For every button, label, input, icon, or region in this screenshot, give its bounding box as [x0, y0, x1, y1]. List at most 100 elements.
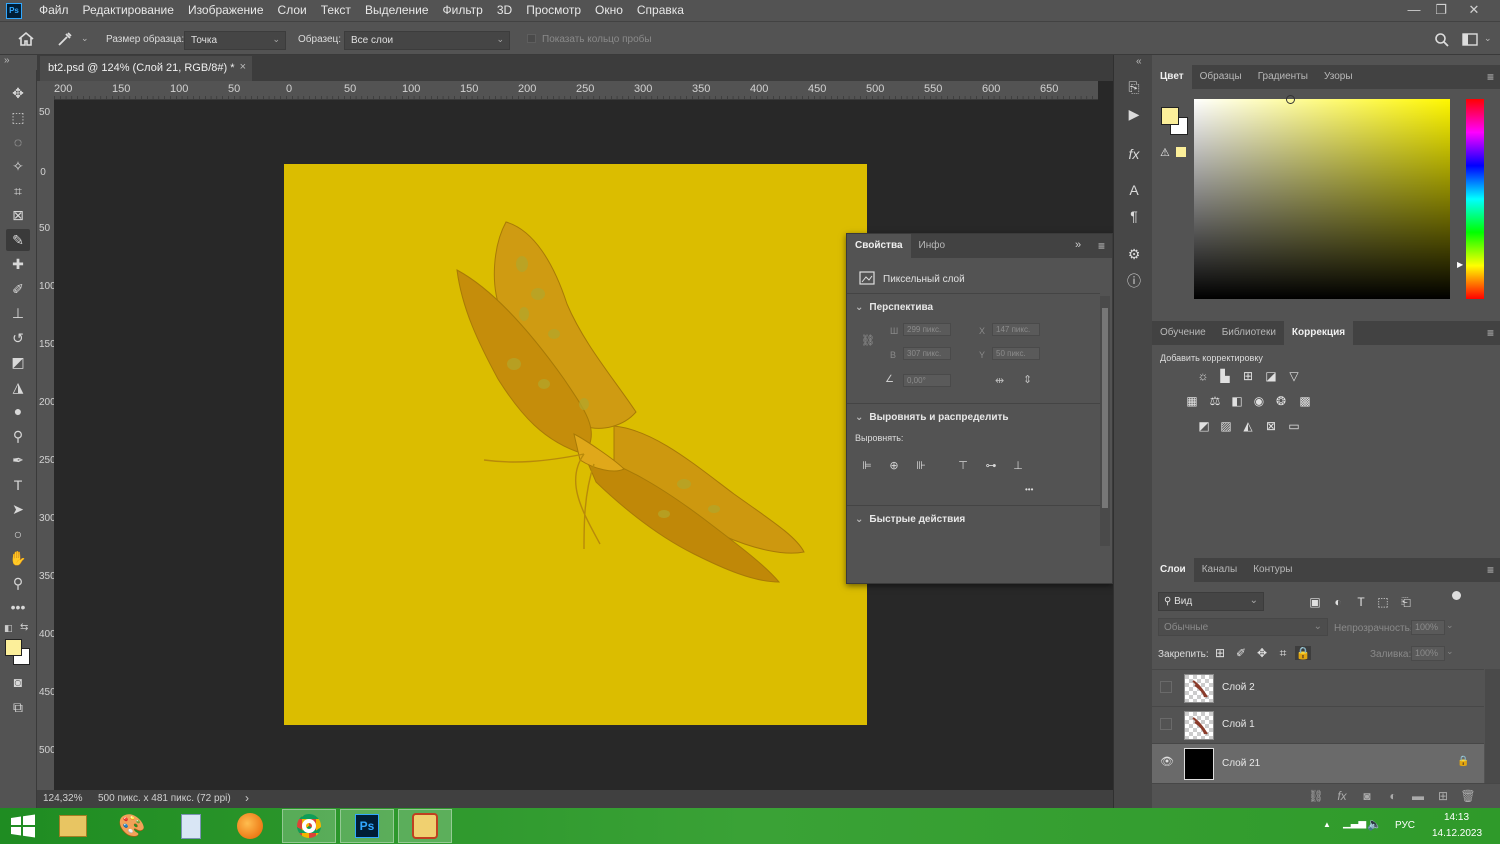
fill-field[interactable]: 100%: [1411, 646, 1445, 661]
menu-help[interactable]: Справка: [630, 0, 691, 21]
more-options-icon[interactable]: •••: [1025, 485, 1033, 494]
menu-window[interactable]: Окно: [588, 0, 630, 21]
visibility-toggle[interactable]: [1160, 718, 1172, 730]
color-balance-icon[interactable]: ⚖: [1207, 394, 1223, 408]
tab-adjustments[interactable]: Коррекция: [1283, 321, 1354, 345]
eye-icon[interactable]: 👁: [1160, 757, 1174, 769]
tab-layers[interactable]: Слои: [1152, 558, 1194, 582]
y-field[interactable]: 50 пикс.: [992, 347, 1040, 360]
channel-mixer-icon[interactable]: ❂: [1273, 394, 1289, 408]
lasso-tool-icon[interactable]: ◌: [6, 131, 30, 153]
panel-menu-icon[interactable]: ≡: [1098, 239, 1105, 253]
align-top-icon[interactable]: ⊤: [956, 459, 970, 472]
visibility-toggle[interactable]: [1160, 681, 1172, 693]
align-right-icon[interactable]: ⊪: [914, 459, 928, 472]
filter-shape-icon[interactable]: ⬚: [1375, 595, 1391, 609]
swap-colors-icon[interactable]: ⇆: [20, 622, 28, 633]
close-icon[interactable]: ✕: [1460, 0, 1488, 21]
align-center-h-icon[interactable]: ⊕: [887, 459, 901, 472]
curves-icon[interactable]: ⊞: [1240, 369, 1256, 383]
posterize-icon[interactable]: ▨: [1218, 419, 1234, 433]
hue-slider[interactable]: [1466, 99, 1484, 299]
layers-scrollbar[interactable]: [1485, 669, 1500, 787]
status-menu-arrow-icon[interactable]: ›: [245, 791, 249, 805]
tab-channels[interactable]: Каналы: [1194, 558, 1246, 582]
clone-stamp-tool-icon[interactable]: ⊥: [6, 302, 30, 324]
fx-icon[interactable]: fx: [1123, 143, 1145, 165]
lock-image-icon[interactable]: ✐: [1233, 646, 1249, 660]
taskbar-paint[interactable]: 🎨: [105, 809, 159, 843]
menu-edit[interactable]: Редактирование: [76, 0, 181, 21]
hand-tool-icon[interactable]: ✋: [6, 547, 30, 569]
align-left-icon[interactable]: ⊫: [860, 459, 874, 472]
taskbar-chrome[interactable]: [282, 809, 336, 843]
restore-icon[interactable]: ❐: [1427, 0, 1455, 21]
language-indicator[interactable]: РУС: [1395, 820, 1415, 831]
taskbar-explorer[interactable]: [46, 809, 100, 843]
collapse-panel-icon[interactable]: »: [1075, 239, 1081, 251]
new-adjustment-icon[interactable]: ◐: [1385, 789, 1401, 803]
horizontal-ruler[interactable]: 200 150 100 50 0 50 100 150 200 250 300 …: [54, 81, 1098, 100]
layer-name[interactable]: Слой 2: [1222, 682, 1255, 693]
layer-row-selected[interactable]: 👁 Слой 21 🔒: [1152, 743, 1484, 783]
info-icon[interactable]: ⓘ: [1123, 270, 1145, 292]
default-colors-icon[interactable]: ◧: [4, 623, 13, 634]
panel-menu-icon[interactable]: ≡: [1487, 326, 1494, 340]
eyedropper-tool-icon[interactable]: ✎: [6, 229, 30, 251]
show-ring-checkbox[interactable]: [527, 34, 536, 43]
eraser-tool-icon[interactable]: ◩: [6, 351, 30, 373]
menu-select[interactable]: Выделение: [358, 0, 436, 21]
eyedropper-icon[interactable]: [56, 31, 74, 47]
character-icon[interactable]: A: [1123, 179, 1145, 201]
invert-icon[interactable]: ◩: [1196, 419, 1212, 433]
ellipse-tool-icon[interactable]: ○: [6, 523, 30, 545]
pen-tool-icon[interactable]: ✒: [6, 449, 30, 471]
brush-tool-icon[interactable]: ✐: [6, 278, 30, 300]
taskbar-calculator[interactable]: [164, 809, 218, 843]
workspace-chevron-icon[interactable]: ⌄: [1484, 33, 1492, 44]
filter-pixel-icon[interactable]: ▣: [1307, 595, 1323, 609]
taskbar-firefox[interactable]: [223, 809, 277, 843]
opacity-field[interactable]: 100%: [1411, 620, 1445, 635]
blend-mode-select[interactable]: Обычные ⌄: [1158, 618, 1328, 636]
clock-date[interactable]: 14.12.2023: [1432, 828, 1482, 839]
color-lookup-icon[interactable]: ▩: [1297, 394, 1313, 408]
photo-filter-icon[interactable]: ◉: [1251, 394, 1267, 408]
vertical-ruler[interactable]: 50 0 50 100 150 200 250 300 350 400 450 …: [37, 100, 54, 790]
tab-learn[interactable]: Обучение: [1152, 321, 1214, 345]
marquee-tool-icon[interactable]: ⬚: [6, 106, 30, 128]
properties-icon[interactable]: ⚙: [1123, 243, 1145, 265]
crop-tool-icon[interactable]: ⌗: [6, 180, 30, 202]
height-field[interactable]: 307 пикс.: [903, 347, 951, 360]
tab-paths[interactable]: Контуры: [1245, 558, 1300, 582]
menu-text[interactable]: Текст: [314, 0, 358, 21]
quick-mask-icon[interactable]: ◙: [6, 671, 30, 693]
menu-file[interactable]: Файл: [32, 0, 76, 21]
layer-filter-select[interactable]: ⚲ Вид ⌄: [1158, 592, 1264, 611]
menu-image[interactable]: Изображение: [181, 0, 271, 21]
filter-type-icon[interactable]: T: [1353, 595, 1369, 609]
link-layers-icon[interactable]: ⛓: [1308, 789, 1324, 803]
path-selection-tool-icon[interactable]: ➤: [6, 498, 30, 520]
flip-horizontal-icon[interactable]: ⇹: [995, 374, 1004, 387]
tool-preset-chevron-icon[interactable]: ⌄: [81, 33, 89, 44]
exposure-icon[interactable]: ◪: [1263, 369, 1279, 383]
black-white-icon[interactable]: ◧: [1229, 394, 1245, 408]
network-icon[interactable]: ▁▃▅: [1343, 818, 1366, 829]
perspective-section[interactable]: ⌄ Перспектива: [855, 302, 933, 313]
color-foreground-swatch[interactable]: [1161, 107, 1179, 125]
align-bottom-icon[interactable]: ⊥: [1011, 459, 1025, 472]
start-button[interactable]: [0, 809, 46, 843]
filter-toggle-icon[interactable]: [1452, 591, 1461, 600]
opacity-chevron-icon[interactable]: ⌄: [1446, 620, 1454, 631]
color-picker-cursor[interactable]: [1286, 95, 1295, 104]
blur-tool-icon[interactable]: ●: [6, 400, 30, 422]
add-mask-icon[interactable]: ◙: [1359, 789, 1375, 803]
threshold-icon[interactable]: ◭: [1240, 419, 1256, 433]
type-tool-icon[interactable]: T: [6, 474, 30, 496]
lock-position-icon[interactable]: ✥: [1254, 646, 1270, 660]
warning-icon[interactable]: ⚠: [1160, 146, 1170, 159]
lock-transparent-icon[interactable]: ⊞: [1212, 646, 1228, 660]
tab-patterns[interactable]: Узоры: [1316, 65, 1361, 89]
more-tools-icon[interactable]: •••: [6, 596, 30, 618]
